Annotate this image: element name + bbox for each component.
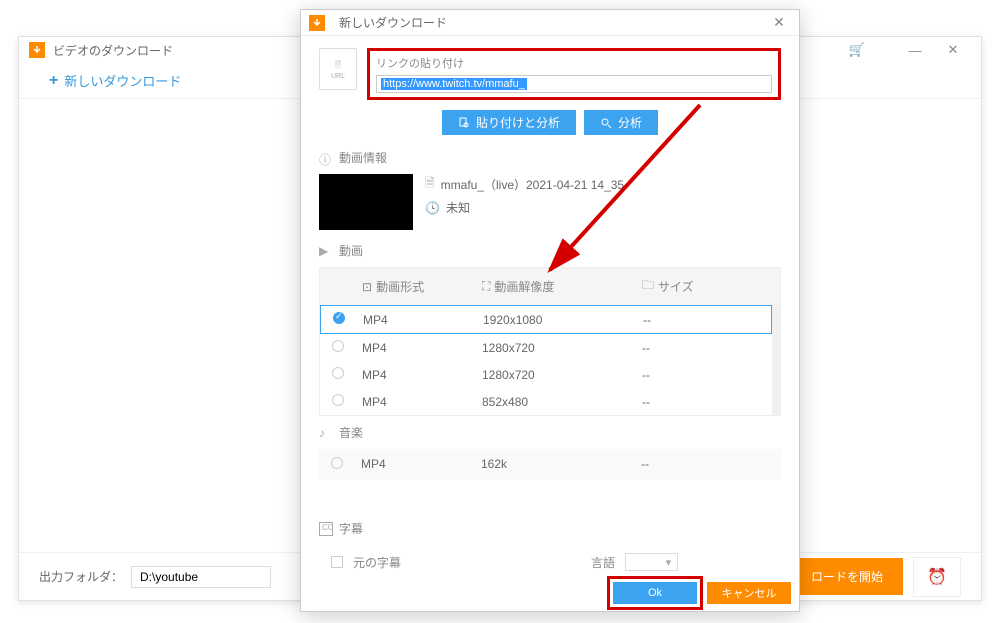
clock-icon: 🕓: [425, 201, 440, 215]
original-subtitle-checkbox[interactable]: [331, 556, 343, 568]
dialog-footer: Ok キャンセル: [301, 575, 799, 611]
cart-icon[interactable]: 🛒: [839, 37, 875, 63]
search-icon: [600, 117, 612, 129]
audio-table: MP4 162k --: [319, 449, 781, 480]
language-label: 言語: [591, 554, 615, 571]
video-title: mmafu_（live）2021-04-21 14_35: [441, 176, 624, 193]
url-paste-label: リンクの貼り付け: [376, 55, 772, 71]
new-download-label: 新しいダウンロード: [64, 71, 181, 90]
paste-analyze-button[interactable]: 貼り付けと分析: [442, 110, 576, 135]
close-button[interactable]: ✕: [935, 37, 971, 63]
table-row[interactable]: MP4852x480--: [320, 388, 772, 415]
url-input-highlight: リンクの貼り付け https://www.twitch.tv/mmafu_: [367, 48, 781, 100]
ok-button[interactable]: Ok: [613, 582, 697, 604]
download-dialog: 新しいダウンロード ✕ 🗎URL リンクの貼り付け https://www.tw…: [300, 9, 800, 612]
dialog-app-icon: [309, 15, 325, 31]
start-download-button[interactable]: ロードを開始: [791, 558, 903, 595]
chevron-down-icon: ▾: [666, 556, 672, 569]
music-icon: ♪: [319, 426, 333, 440]
audio-section-header: ♪ 音楽: [319, 424, 781, 441]
dialog-titlebar: 新しいダウンロード ✕: [301, 10, 799, 36]
resolution-icon: ⛶: [482, 279, 490, 294]
dialog-title: 新しいダウンロード: [339, 14, 447, 31]
video-format-table: ⊡動画形式 ⛶動画解像度 🗀サイズ MP41920x1080--MP41280x…: [319, 267, 781, 416]
audio-row[interactable]: MP4 162k --: [319, 449, 781, 480]
plus-icon: +: [49, 72, 58, 90]
folder-icon: 🗀: [642, 276, 654, 297]
table-row[interactable]: MP41280x720--: [320, 334, 772, 361]
video-section-header: ▶ 動画: [319, 242, 781, 259]
info-icon: ⓘ: [319, 151, 333, 165]
subtitle-header: CC 字幕: [319, 520, 781, 537]
video-info: 🗎 mmafu_（live）2021-04-21 14_35 🕓 未知: [319, 174, 781, 230]
video-thumbnail: [319, 174, 413, 230]
analyze-button[interactable]: 分析: [584, 110, 658, 135]
row-radio[interactable]: [332, 394, 344, 406]
alarm-icon[interactable]: ⏰: [913, 557, 961, 597]
url-input[interactable]: https://www.twitch.tv/mmafu_: [376, 75, 772, 93]
output-folder-label: 出力フォルダ：: [39, 568, 123, 585]
format-icon: ⊡: [362, 280, 372, 294]
minimize-button[interactable]: —: [897, 37, 933, 63]
video-icon: ▶: [319, 244, 333, 258]
analyze-button-row: 貼り付けと分析 分析: [319, 110, 781, 135]
subtitle-section: CC 字幕 元の字幕 言語 ▾: [319, 520, 781, 575]
cc-icon: CC: [319, 522, 333, 536]
cancel-button[interactable]: キャンセル: [707, 582, 791, 604]
audio-radio[interactable]: [331, 457, 343, 469]
row-radio[interactable]: [332, 340, 344, 352]
video-duration: 未知: [446, 199, 470, 216]
language-select[interactable]: ▾: [625, 553, 678, 571]
row-radio[interactable]: [333, 312, 345, 324]
dialog-body: 🗎URL リンクの貼り付け https://www.twitch.tv/mmaf…: [301, 36, 799, 575]
subtitle-row: 元の字幕 言語 ▾: [319, 545, 781, 575]
output-folder-input[interactable]: [131, 566, 271, 588]
main-window-title: ビデオのダウンロード: [53, 42, 173, 59]
document-icon: 🗎: [425, 174, 435, 195]
clipboard-search-icon: [458, 117, 470, 129]
video-info-header: ⓘ 動画情報: [319, 149, 781, 166]
url-section: 🗎URL リンクの貼り付け https://www.twitch.tv/mmaf…: [319, 48, 781, 100]
original-subtitle-label: 元の字幕: [353, 554, 401, 571]
row-radio[interactable]: [332, 367, 344, 379]
dialog-close-button[interactable]: ✕: [767, 14, 791, 31]
url-icon: 🗎URL: [319, 48, 357, 90]
table-row[interactable]: MP41280x720--: [320, 361, 772, 388]
table-header: ⊡動画形式 ⛶動画解像度 🗀サイズ: [320, 268, 780, 305]
table-body[interactable]: MP41920x1080--MP41280x720--MP41280x720--…: [320, 305, 780, 415]
table-row[interactable]: MP41920x1080--: [320, 305, 772, 334]
ok-button-highlight: Ok: [607, 576, 703, 610]
new-download-button[interactable]: + 新しいダウンロード: [49, 71, 181, 90]
app-icon: [29, 42, 45, 58]
